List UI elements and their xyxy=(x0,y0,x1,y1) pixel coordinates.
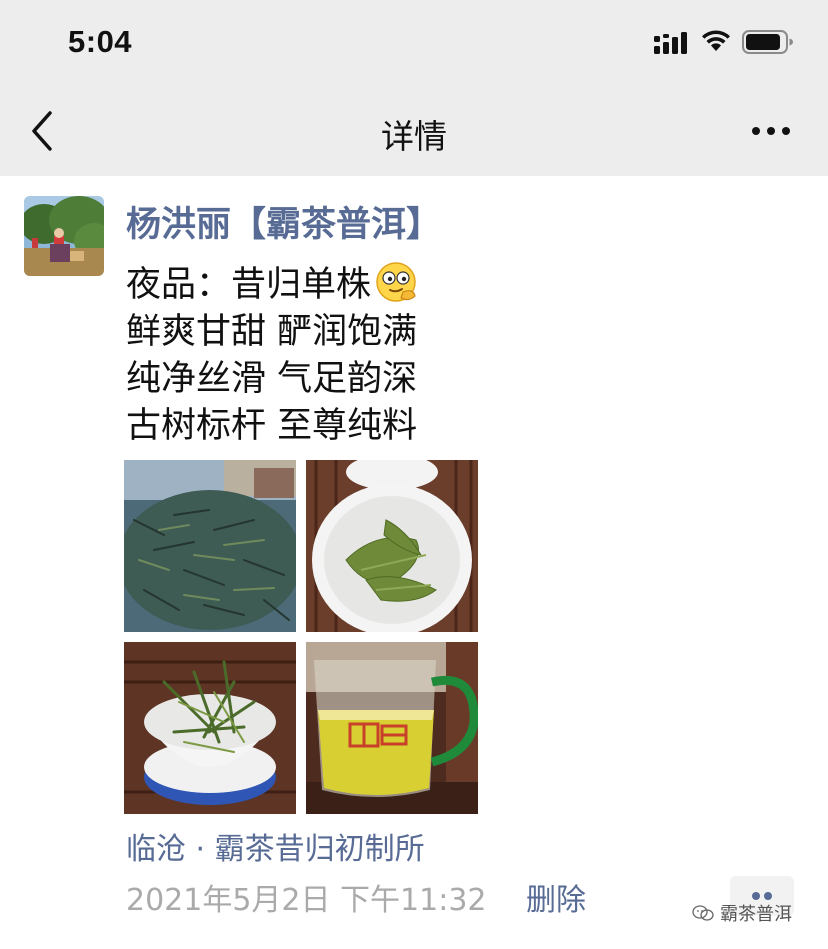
post-text-line: 夜品：昔归单株 xyxy=(126,258,546,309)
status-time: 5:04 xyxy=(68,24,133,59)
watermark: 霸茶普洱 xyxy=(692,900,792,926)
wifi-icon xyxy=(702,30,730,51)
post-location[interactable]: 临沧 · 霸茶昔归初制所 xyxy=(126,824,425,868)
top-bar: 5:04 详情 xyxy=(0,0,828,176)
post-text-line: 古树标杆 至尊纯料 xyxy=(126,406,418,446)
watermark-text: 霸茶普洱 xyxy=(720,904,792,925)
post-content: 夜品：昔归单株 鲜爽甘甜 酽润饱满 纯净丝滑 气足韵深 古树标杆 至尊纯料 xyxy=(126,258,546,450)
delete-button[interactable]: 删除 xyxy=(526,875,586,919)
post-text-line: 纯净丝滑 气足韵深 xyxy=(126,359,418,399)
post-text-line: 鲜爽甘甜 酽润饱满 xyxy=(126,312,418,352)
more-options-icon[interactable] xyxy=(752,124,792,138)
photo-tea-in-white-cup[interactable] xyxy=(306,460,478,632)
cellular-signal-icon xyxy=(654,32,687,54)
wechat-official-account-icon xyxy=(692,905,714,921)
photo-tea-in-glass-pitcher[interactable] xyxy=(306,642,478,814)
post-timestamp: 2021年5月2日 下午11:32 xyxy=(126,883,487,918)
battery-icon xyxy=(742,30,793,54)
photo-tea-in-gaiwan[interactable] xyxy=(124,642,296,814)
smirk-face-emoji-icon xyxy=(376,262,416,302)
avatar[interactable] xyxy=(24,196,104,276)
page-title: 详情 xyxy=(381,117,447,156)
photo-tea-leaves-drying[interactable] xyxy=(124,460,296,632)
post-author-name[interactable]: 杨洪丽【霸茶普洱】 xyxy=(126,196,441,247)
